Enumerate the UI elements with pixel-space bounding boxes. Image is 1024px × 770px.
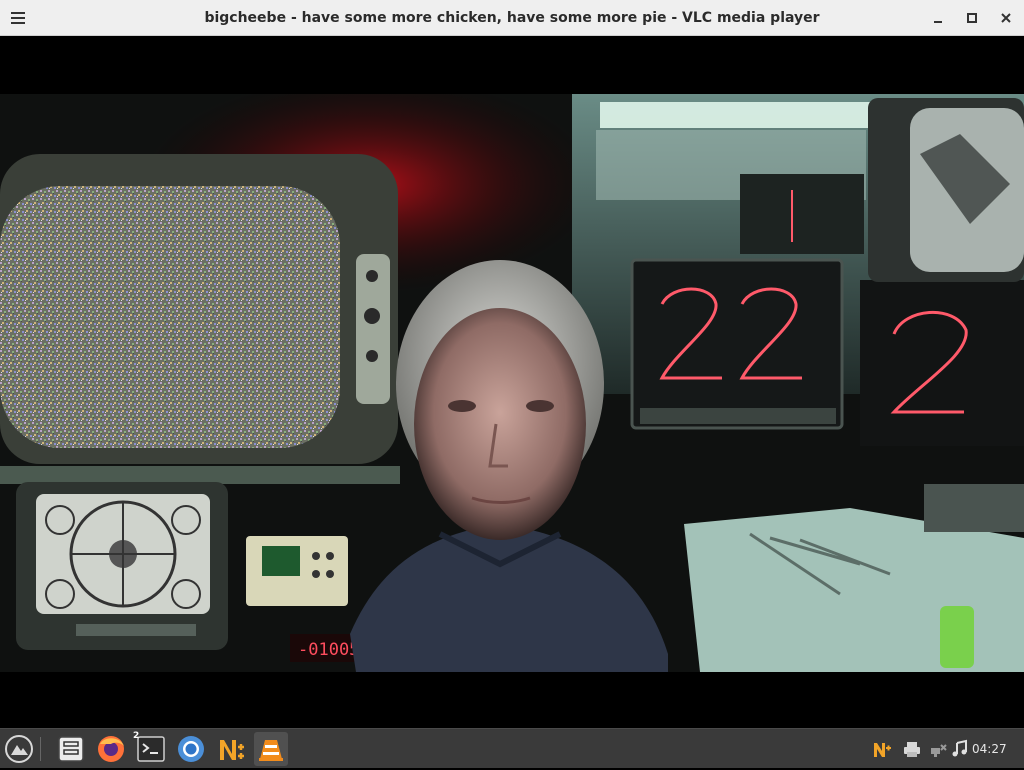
app-launcher-icon[interactable] [2,732,36,766]
terminal-taskbar-item[interactable]: 2 [133,731,168,766]
counter-readout: -01005 [298,640,359,660]
file-manager-icon[interactable] [54,732,88,766]
video-area[interactable]: -01005 [0,36,1024,728]
chromium-icon[interactable] [174,732,208,766]
window-title: bigcheebe - have some more chicken, have… [204,10,820,26]
terminal-window-count-badge: 2 [133,731,140,741]
video-scene: -01005 [0,94,1024,672]
notepadqq-tray-icon[interactable] [872,739,892,759]
printer-icon[interactable] [902,739,922,759]
taskbar: 2 04:27 [0,728,1024,768]
video-frame[interactable]: -01005 [0,94,1024,672]
window-titlebar: bigcheebe - have some more chicken, have… [0,0,1024,36]
vlc-icon[interactable] [254,732,288,766]
close-icon[interactable] [996,8,1016,28]
minimize-icon[interactable] [928,8,948,28]
maximize-icon[interactable] [962,8,982,28]
network-disconnected-icon[interactable] [928,739,948,759]
audio-icon[interactable] [950,739,970,759]
taskbar-separator [40,737,41,761]
firefox-icon[interactable] [94,732,128,766]
notepadqq-icon[interactable] [214,732,248,766]
taskbar-clock[interactable]: 04:27 [972,729,1007,769]
